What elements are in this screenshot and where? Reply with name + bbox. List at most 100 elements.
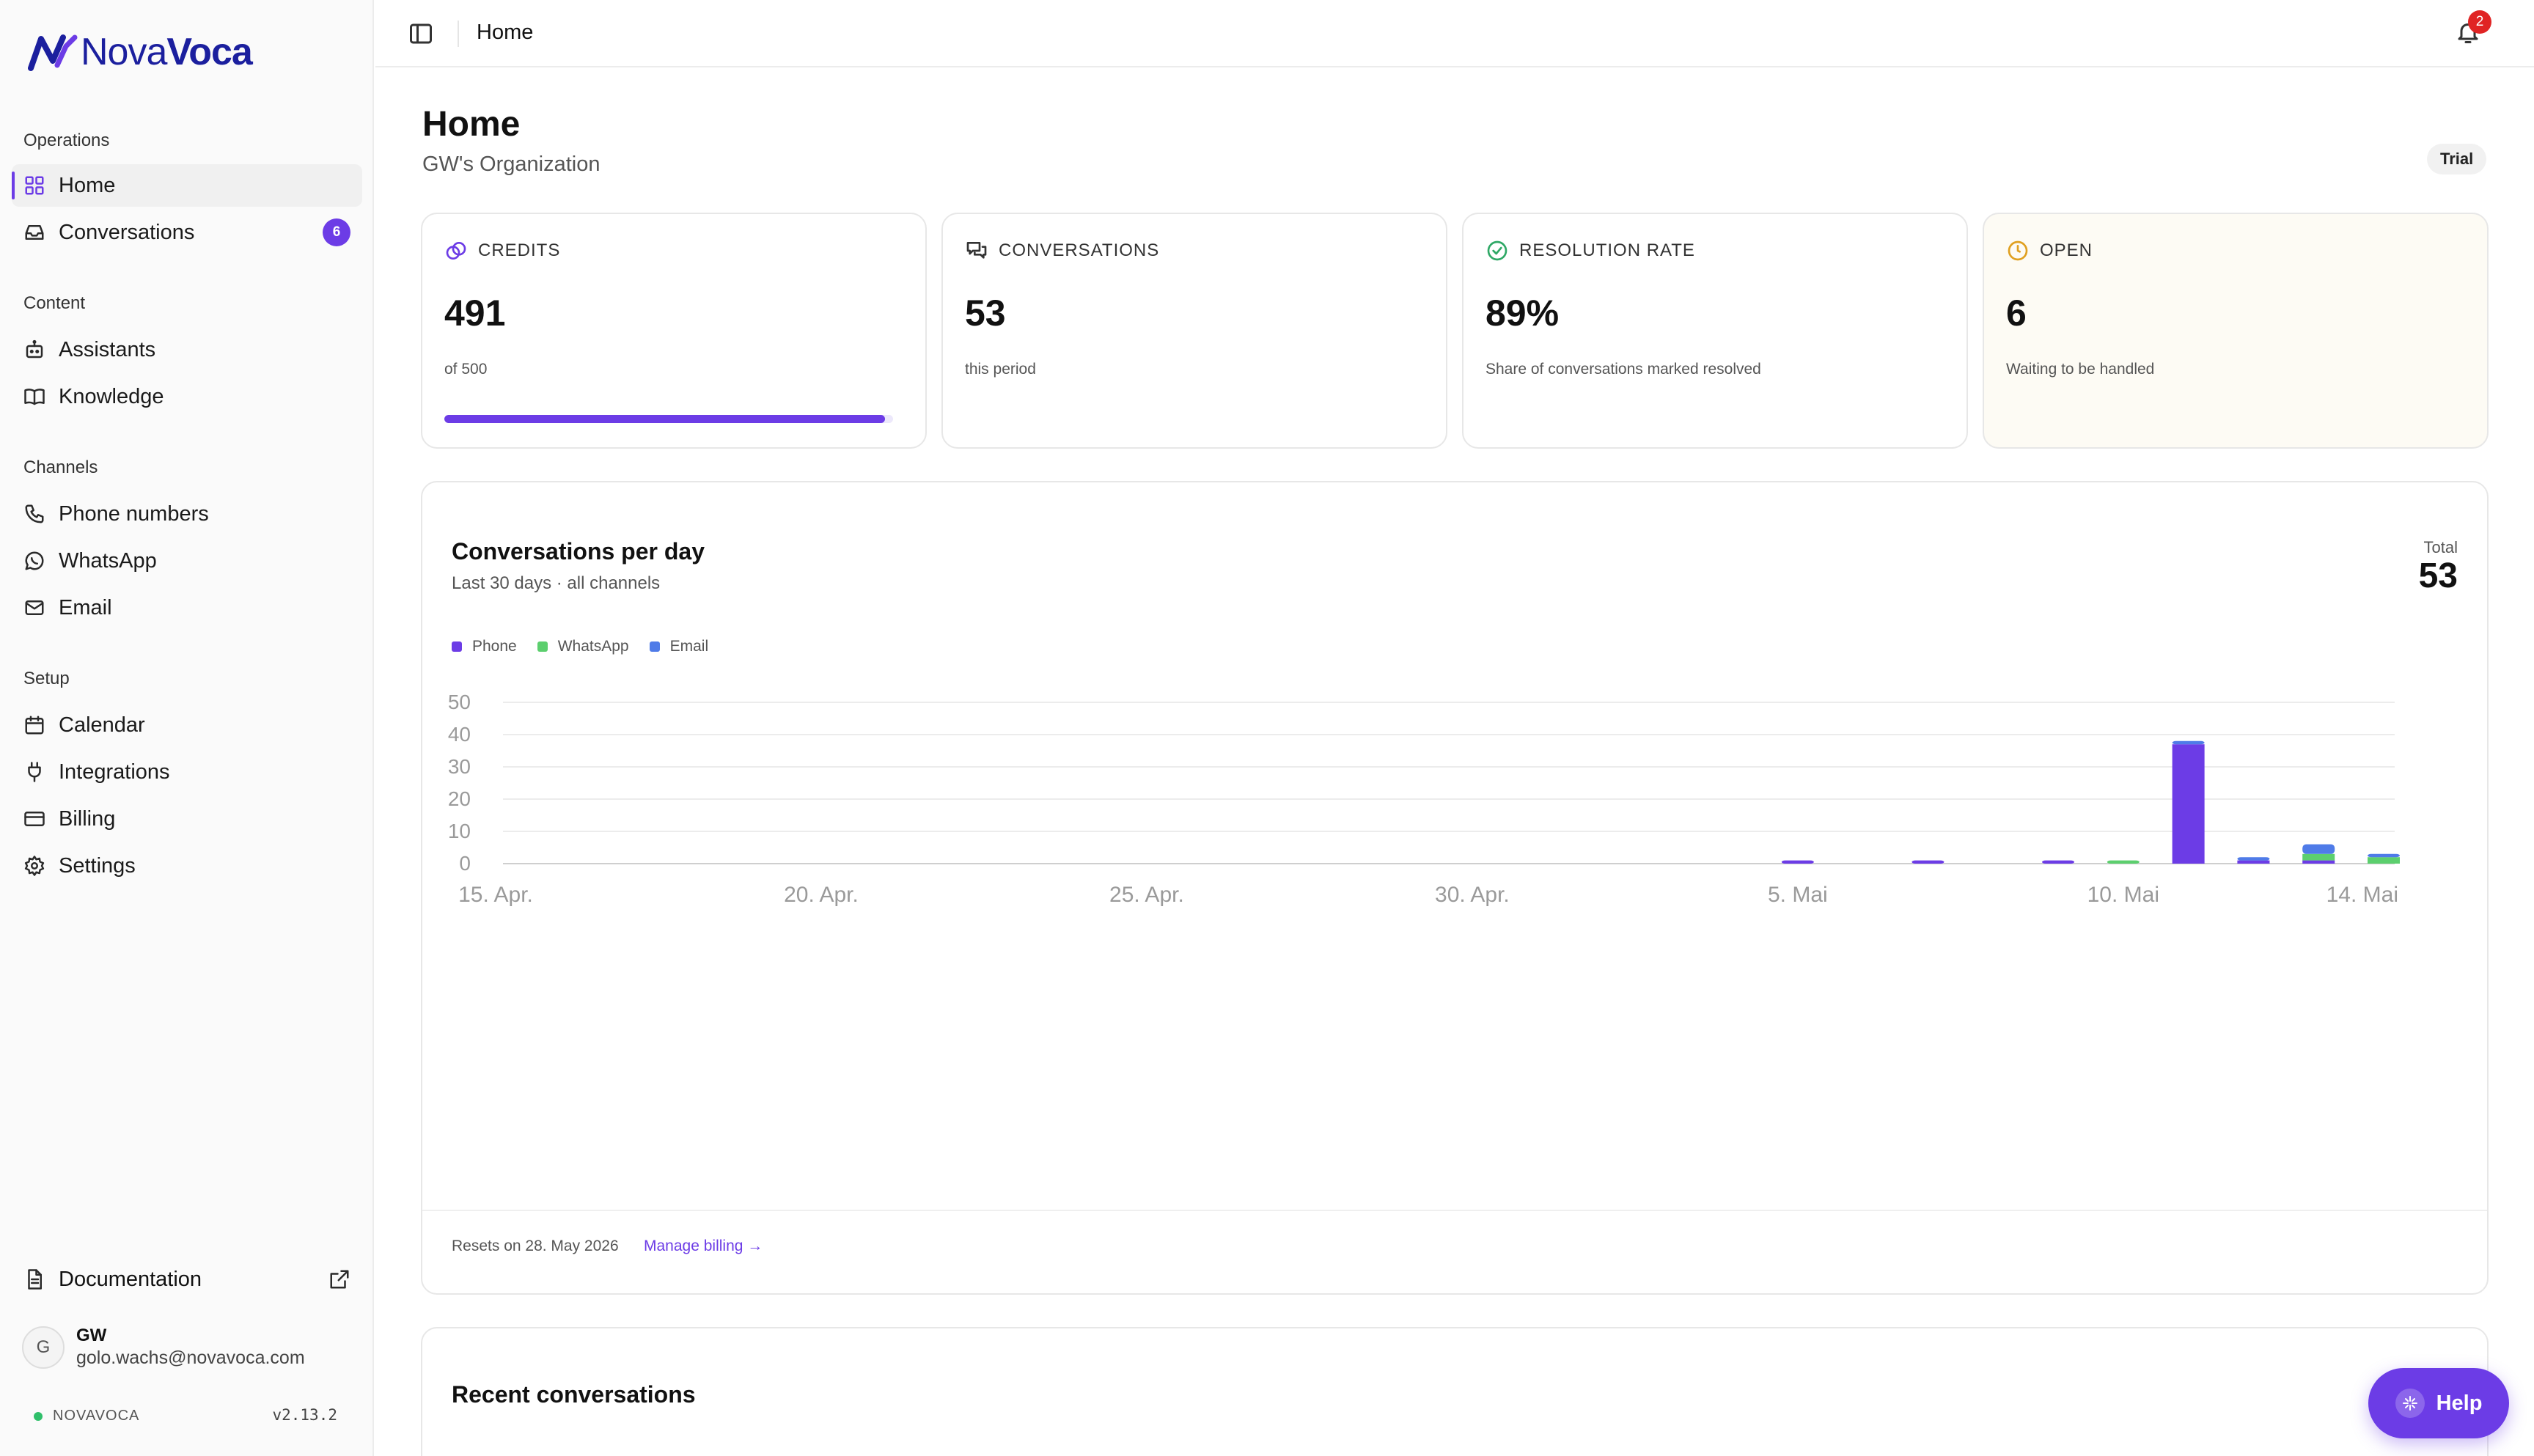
y-tick-label: 50 <box>448 691 471 713</box>
recent-conversations-title: Recent conversations <box>452 1381 696 1408</box>
sidebar-item-label: Integrations <box>59 760 170 784</box>
stat-value: 6 <box>2006 293 2027 334</box>
manage-billing-link[interactable]: Manage billing → <box>644 1238 763 1255</box>
bar-phone <box>2172 744 2205 864</box>
chart-footer: Resets on 28. May 2026 Manage billing → <box>422 1210 2487 1295</box>
sidebar-item-phone-numbers[interactable]: Phone numbers <box>12 493 362 535</box>
user-profile[interactable]: G GW golo.wachs@novavoca.com <box>22 1326 305 1369</box>
sidebar-item-label: Calendar <box>59 713 145 737</box>
stat-value: 491 <box>444 293 506 334</box>
legend-item[interactable]: Phone <box>452 638 517 655</box>
stat-label: RESOLUTION RATE <box>1519 240 1695 260</box>
sidebar-item-assistants[interactable]: Assistants <box>12 328 362 371</box>
sidebar-item-conversations[interactable]: Conversations 6 <box>12 211 362 254</box>
x-tick-label: 25. Apr. <box>1109 883 1184 907</box>
nav-section-operations: Operations <box>23 130 110 150</box>
sidebar-item-label: Conversations <box>59 220 195 244</box>
credits-progress-fill <box>444 415 885 423</box>
sidebar-item-billing[interactable]: Billing <box>12 798 362 840</box>
sidebar-item-label: Knowledge <box>59 384 164 408</box>
sidebar-item-whatsapp[interactable]: WhatsApp <box>12 540 362 582</box>
bar-whatsapp <box>2107 860 2140 864</box>
bot-icon <box>23 339 45 361</box>
nav-section-channels: Channels <box>23 457 98 477</box>
plug-icon <box>23 761 45 783</box>
stat-subtext: this period <box>965 361 1036 378</box>
conversations-bar-chart: 0 10 20 30 40 50 15. Apr. 20. Apr. 25. Apr. 30. A… <box>448 691 2400 907</box>
stat-subtext: of 500 <box>444 361 488 378</box>
y-tick-label: 20 <box>448 787 471 810</box>
inbox-icon <box>23 221 45 243</box>
sidebar-item-label: Home <box>59 173 116 197</box>
legend-label: Phone <box>472 638 517 655</box>
status-dot-icon <box>34 1411 43 1421</box>
sidebar-item-label: WhatsApp <box>59 548 157 573</box>
breadcrumb: Home <box>477 21 534 44</box>
legend-swatch <box>649 641 660 652</box>
x-tick-label: 20. Apr. <box>784 883 859 907</box>
legend-label: WhatsApp <box>557 638 629 655</box>
conversations-count-badge: 6 <box>323 218 350 246</box>
notifications-button[interactable]: 2 <box>2455 10 2491 48</box>
x-tick-label: 14. Mai <box>2326 883 2398 907</box>
gear-icon <box>23 855 45 877</box>
app-version: v2.13.2 <box>272 1406 337 1424</box>
user-name: GW <box>76 1326 107 1345</box>
stat-value: 89% <box>1485 293 1560 334</box>
bar-email <box>2302 844 2335 854</box>
help-button[interactable]: Help <box>2368 1368 2509 1438</box>
legend-item[interactable]: Email <box>649 638 708 655</box>
clock-circle-icon <box>2008 240 2028 261</box>
x-tick-label: 5. Mai <box>1768 883 1828 907</box>
sidebar-item-documentation[interactable]: Documentation <box>12 1258 362 1301</box>
total-label: Total <box>2423 538 2458 556</box>
toggle-sidebar-button[interactable] <box>408 21 434 47</box>
chat-icon <box>966 242 987 259</box>
sidebar-item-calendar[interactable]: Calendar <box>12 704 362 746</box>
organization-name: GW's Organization <box>422 152 601 176</box>
sidebar-item-label: Email <box>59 595 112 619</box>
logo-text: NovaVoca <box>81 31 253 73</box>
novavoca-logo-icon <box>28 34 78 71</box>
divider <box>458 21 459 47</box>
whatsapp-icon <box>23 550 45 572</box>
x-tick-label: 10. Mai <box>2087 883 2159 907</box>
stat-subtext: Waiting to be handled <box>2006 361 2155 378</box>
sidebar-item-knowledge[interactable]: Knowledge <box>12 375 362 418</box>
reset-date: Resets on 28. May 2026 <box>452 1238 619 1254</box>
recent-conversations-card: Recent conversations <box>421 1327 2489 1456</box>
sidebar-item-label: Phone numbers <box>59 501 209 526</box>
sidebar-item-integrations[interactable]: Integrations <box>12 751 362 793</box>
bar-phone <box>2237 860 2270 864</box>
document-icon <box>23 1268 45 1290</box>
phone-icon <box>23 503 45 525</box>
plan-badge: Trial <box>2427 144 2487 174</box>
logo[interactable]: NovaVoca <box>28 26 253 78</box>
bar-email <box>2368 853 2400 858</box>
page-title: Home <box>422 105 521 144</box>
legend-swatch <box>452 641 462 652</box>
calendar-icon <box>23 714 45 736</box>
avatar: G <box>22 1326 65 1369</box>
notification-count-badge: 2 <box>2468 10 2491 34</box>
grid-icon <box>23 174 45 196</box>
credit-card-icon <box>23 808 45 830</box>
y-tick-label: 10 <box>448 820 471 842</box>
sidebar-item-home[interactable]: Home <box>12 164 362 207</box>
sparkle-icon <box>2395 1389 2425 1418</box>
sidebar-item-settings[interactable]: Settings <box>12 845 362 887</box>
stat-label: CONVERSATIONS <box>999 240 1160 260</box>
y-tick-label: 30 <box>448 755 471 778</box>
stat-card-credits: CREDITS 491 of 500 <box>421 213 927 449</box>
credits-progress-bar <box>444 415 893 423</box>
book-icon <box>23 386 45 408</box>
legend-item[interactable]: WhatsApp <box>537 638 629 655</box>
stat-card-conversations: CONVERSATIONS 53 this period <box>941 213 1447 449</box>
y-tick-label: 40 <box>448 723 471 746</box>
stat-value: 53 <box>965 293 1006 334</box>
mail-icon <box>23 597 45 619</box>
stat-card-open: OPEN 6 Waiting to be handled <box>1983 213 2489 449</box>
sidebar-item-email[interactable]: Email <box>12 587 362 629</box>
sidebar: NovaVoca Operations Home Conversations 6… <box>0 0 374 1456</box>
stat-subtext: Share of conversations marked resolved <box>1485 361 1761 378</box>
